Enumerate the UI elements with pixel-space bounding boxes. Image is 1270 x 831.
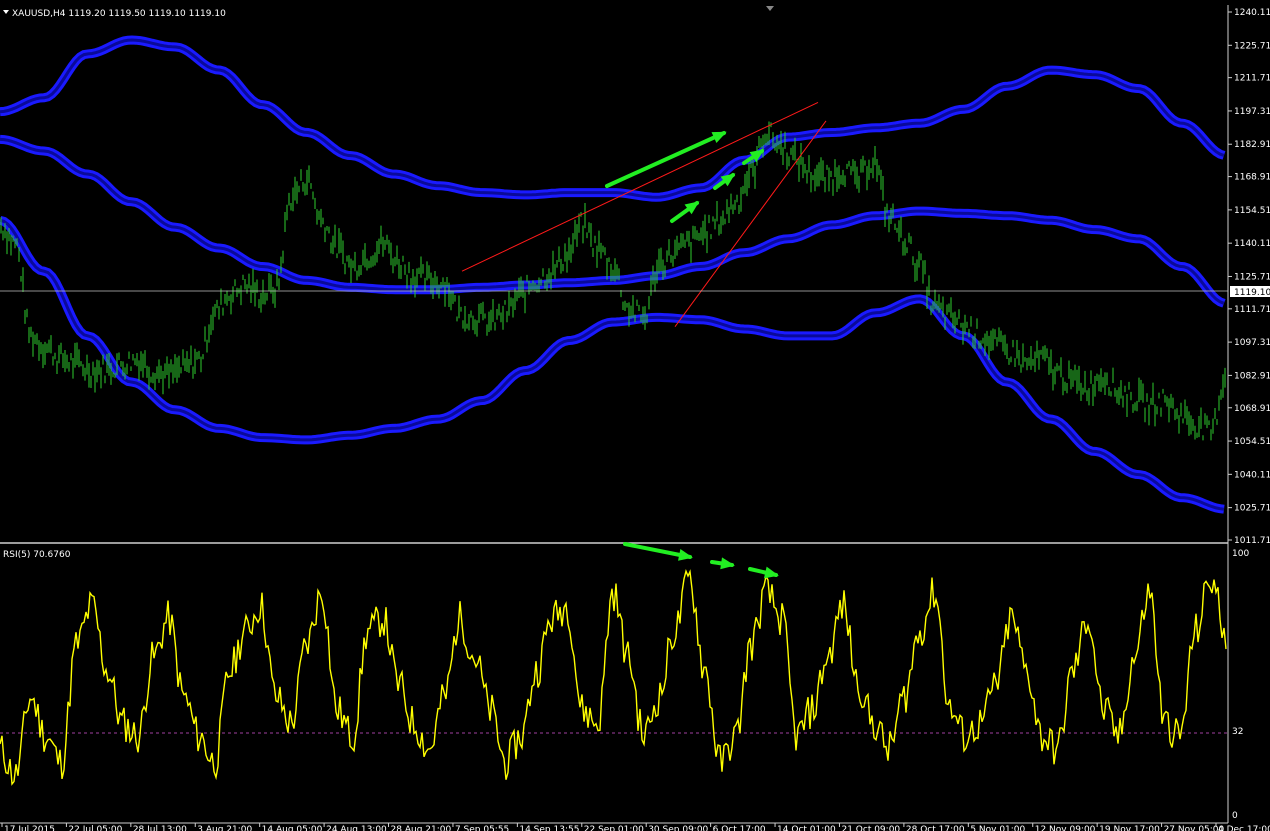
price-tick-label: 1011.71: [1234, 536, 1270, 546]
price-tick-label: 1154.51: [1234, 206, 1270, 216]
rsi-info: RSI(5) 70.6760: [3, 550, 71, 560]
price-tick-label: 1211.71: [1234, 74, 1270, 84]
time-tick-label: 28 Aug 21:00: [391, 825, 452, 831]
price-tick-label: 1097.31: [1234, 338, 1270, 348]
time-tick-label: 27 Nov 05:00: [1164, 825, 1225, 831]
price-tick-label: 1168.91: [1234, 173, 1270, 183]
price-tick-label: 1125.71: [1234, 272, 1270, 282]
rsi-tick-label: 100: [1232, 549, 1249, 559]
chart-window[interactable]: 1240.11 1225.71 1211.71 1197.31 1182.91 1168.…: [0, 0, 1270, 831]
time-tick-label: 5 Nov 01:00: [970, 825, 1025, 831]
price-tick-label: 1240.11: [1234, 8, 1270, 18]
time-tick-label: 6 Oct 17:00: [713, 825, 766, 831]
time-tick-label: 22 Sep 01:00: [584, 825, 644, 831]
price-tick-label: 1054.51: [1234, 437, 1270, 447]
time-tick-label: 28 Oct 17:00: [906, 825, 965, 831]
price-tick-label: 1182.91: [1234, 140, 1270, 150]
price-tick-label: 1025.71: [1234, 504, 1270, 514]
time-tick-label: 19 Nov 17:00: [1099, 825, 1160, 831]
price-tick-label: 1197.31: [1234, 107, 1270, 117]
time-tick-label: 22 Jul 05:00: [68, 825, 122, 831]
price-tick-label: 1111.71: [1234, 305, 1270, 315]
time-tick-label: 17 Jul 2015: [4, 825, 55, 831]
time-tick-label: 14 Oct 01:00: [777, 825, 836, 831]
price-tick-label: 1225.71: [1234, 41, 1270, 51]
time-tick-label: 24 Aug 13:00: [326, 825, 387, 831]
rsi-tick-label: 32: [1232, 727, 1243, 737]
price-tick-label: 1068.91: [1234, 404, 1270, 414]
price-tick-label: 1082.91: [1234, 371, 1270, 381]
symbol-info: XAUUSD,H4 1119.20 1119.50 1119.10 1119.1…: [12, 9, 226, 19]
time-tick-label: 14 Sep 13:55: [519, 825, 579, 831]
price-tick-label: 1140.11: [1234, 239, 1270, 249]
time-tick-label: 28 Jul 13:00: [133, 825, 187, 831]
time-tick-label: 7 Sep 05:55: [455, 825, 509, 831]
time-tick-label: 21 Oct 09:00: [841, 825, 900, 831]
time-tick-label: 4 Dec 17:00: [1218, 825, 1270, 831]
time-tick-label: 12 Nov 09:00: [1035, 825, 1096, 831]
price-tick-label: 1040.11: [1234, 470, 1270, 480]
time-tick-label: 30 Sep 09:00: [648, 825, 708, 831]
time-tick-label: 3 Aug 21:00: [197, 825, 252, 831]
time-tick-label: 14 Aug 05:00: [262, 825, 323, 831]
rsi-tick-label: 0: [1232, 811, 1238, 821]
current-price-label: 1119.10: [1234, 288, 1270, 298]
